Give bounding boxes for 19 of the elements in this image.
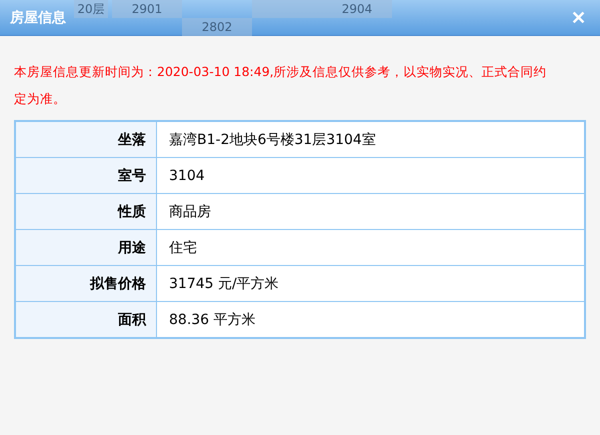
field-label: 面积 (15, 302, 156, 338)
field-value: 商品房 (156, 194, 585, 230)
background-tile: 2904 (322, 0, 392, 18)
background-tile: 2802 (182, 18, 252, 36)
background-tile: 20层 (74, 0, 108, 18)
field-label: 拟售价格 (15, 266, 156, 302)
field-value: 3104 (156, 158, 585, 194)
field-label: 室号 (15, 158, 156, 194)
update-notice: 本房屋信息更新时间为：2020-03-10 18:49,所涉及信息仅供参考，以实物实况、正式合同约定为准。 (14, 63, 548, 108)
field-value: 31745 元/平方米 (156, 266, 585, 302)
field-label: 坐落 (15, 121, 156, 158)
field-value: 88.36 平方米 (156, 302, 585, 338)
background-tile: 2901 (112, 0, 182, 18)
window-title: 房屋信息 (10, 8, 66, 26)
field-label: 性质 (15, 194, 156, 230)
close-button[interactable]: ✕ (567, 6, 590, 28)
field-value: 住宅 (156, 230, 585, 266)
field-label: 用途 (15, 230, 156, 266)
field-value: 嘉湾B1-2地块6号楼31层3104室 (156, 121, 585, 158)
